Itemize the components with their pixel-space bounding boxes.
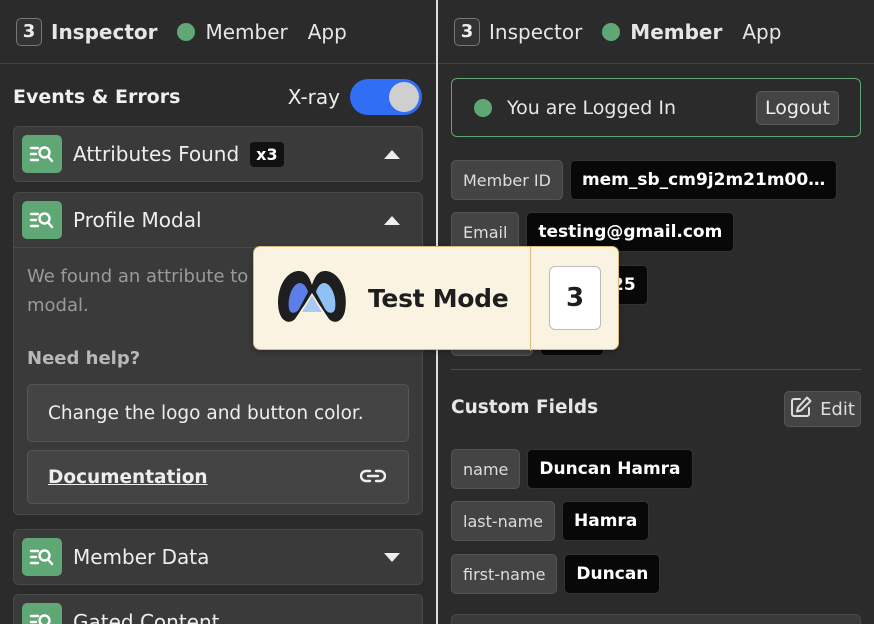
search-list-icon: [22, 538, 62, 576]
search-list-icon: [22, 603, 62, 624]
field-key: first-name: [451, 554, 558, 594]
card-title: Profile Modal: [73, 208, 202, 232]
documentation-link[interactable]: Documentation: [48, 467, 208, 488]
events-title: Events & Errors: [13, 86, 181, 108]
documentation-link-row[interactable]: Documentation: [27, 450, 409, 504]
field-value[interactable]: mem_sb_cm9j2m21m00…: [569, 160, 838, 200]
event-card-profile-modal: Profile Modal We found an attribute to b…: [13, 192, 423, 515]
tab-inspector[interactable]: Inspector: [51, 20, 157, 44]
left-navbar: 3 Inspector Member App: [0, 0, 436, 64]
logout-button[interactable]: Logout: [755, 90, 839, 125]
edit-label: Edit: [820, 398, 855, 420]
edit-icon: [790, 396, 812, 423]
chevron-up-icon[interactable]: [384, 215, 400, 225]
field-value[interactable]: Hamra: [562, 501, 650, 541]
separator: [530, 247, 531, 351]
memberstack-logo-icon: [254, 261, 353, 335]
events-header: Events & Errors X-ray: [13, 79, 422, 115]
test-mode-label: Test Mode: [368, 283, 509, 313]
search-list-icon: [22, 135, 62, 173]
custom-field-row: last-name Hamra: [451, 501, 650, 541]
card-title: Attributes Found: [73, 142, 240, 166]
tab-app[interactable]: App: [308, 20, 347, 44]
tab-app[interactable]: App: [742, 20, 781, 44]
link-icon: [359, 468, 387, 487]
card-header[interactable]: Attributes Found x3: [14, 127, 422, 181]
search-list-icon: [22, 201, 62, 239]
event-card-attributes-found: Attributes Found x3: [13, 126, 423, 182]
login-status-text: You are Logged In: [507, 96, 676, 119]
tab-member[interactable]: Member: [602, 20, 722, 44]
count-badge: x3: [250, 141, 284, 167]
custom-field-row: name Duncan Hamra: [451, 449, 693, 489]
custom-fields-title: Custom Fields: [451, 397, 599, 418]
field-key: name: [451, 449, 521, 489]
xray-label: X-ray: [287, 85, 340, 109]
toggle-knob: [389, 82, 419, 112]
status-dot-icon: [474, 98, 492, 117]
field-key: Member ID: [451, 160, 563, 200]
test-mode-banner[interactable]: Test Mode 3: [253, 246, 619, 351]
card-header[interactable]: Gated Content: [14, 595, 422, 624]
next-section-stub: [451, 614, 861, 624]
member-field-row: Member ID mem_sb_cm9j2m21m00…: [451, 160, 838, 200]
tab-inspector[interactable]: Inspector: [489, 20, 582, 44]
tab-member[interactable]: Member: [177, 19, 288, 44]
right-navbar: 3 Inspector Member App: [438, 0, 874, 64]
tab-member-label: Member: [630, 19, 723, 44]
card-header[interactable]: Profile Modal: [14, 193, 422, 247]
chevron-down-icon[interactable]: [384, 552, 400, 562]
divider: [451, 369, 861, 370]
custom-field-row: first-name Duncan: [451, 554, 661, 594]
xray-toggle[interactable]: [350, 79, 422, 115]
event-card-member-data: Member Data: [13, 529, 423, 585]
card-header[interactable]: Member Data: [14, 530, 422, 584]
help-title: Need help?: [27, 348, 141, 369]
card-title: Gated Content: [73, 610, 220, 624]
status-dot-icon: [177, 22, 196, 41]
edit-button[interactable]: Edit: [784, 391, 861, 427]
field-value[interactable]: Duncan: [564, 554, 661, 594]
test-mode-count-button[interactable]: 3: [549, 266, 601, 330]
tab-member-label: Member: [205, 19, 288, 44]
notification-count-badge[interactable]: 3: [16, 17, 42, 46]
login-status-box: You are Logged In Logout: [451, 78, 861, 137]
chevron-up-icon[interactable]: [384, 149, 400, 159]
event-card-gated-content: Gated Content: [13, 594, 423, 624]
field-value[interactable]: Duncan Hamra: [527, 449, 693, 489]
field-key: last-name: [451, 501, 556, 541]
xray-control: X-ray: [288, 79, 422, 115]
notification-count-badge[interactable]: 3: [454, 17, 480, 46]
help-suggestion[interactable]: Change the logo and button color.: [27, 384, 409, 442]
status-dot-icon: [602, 22, 621, 41]
card-title: Member Data: [73, 545, 210, 569]
